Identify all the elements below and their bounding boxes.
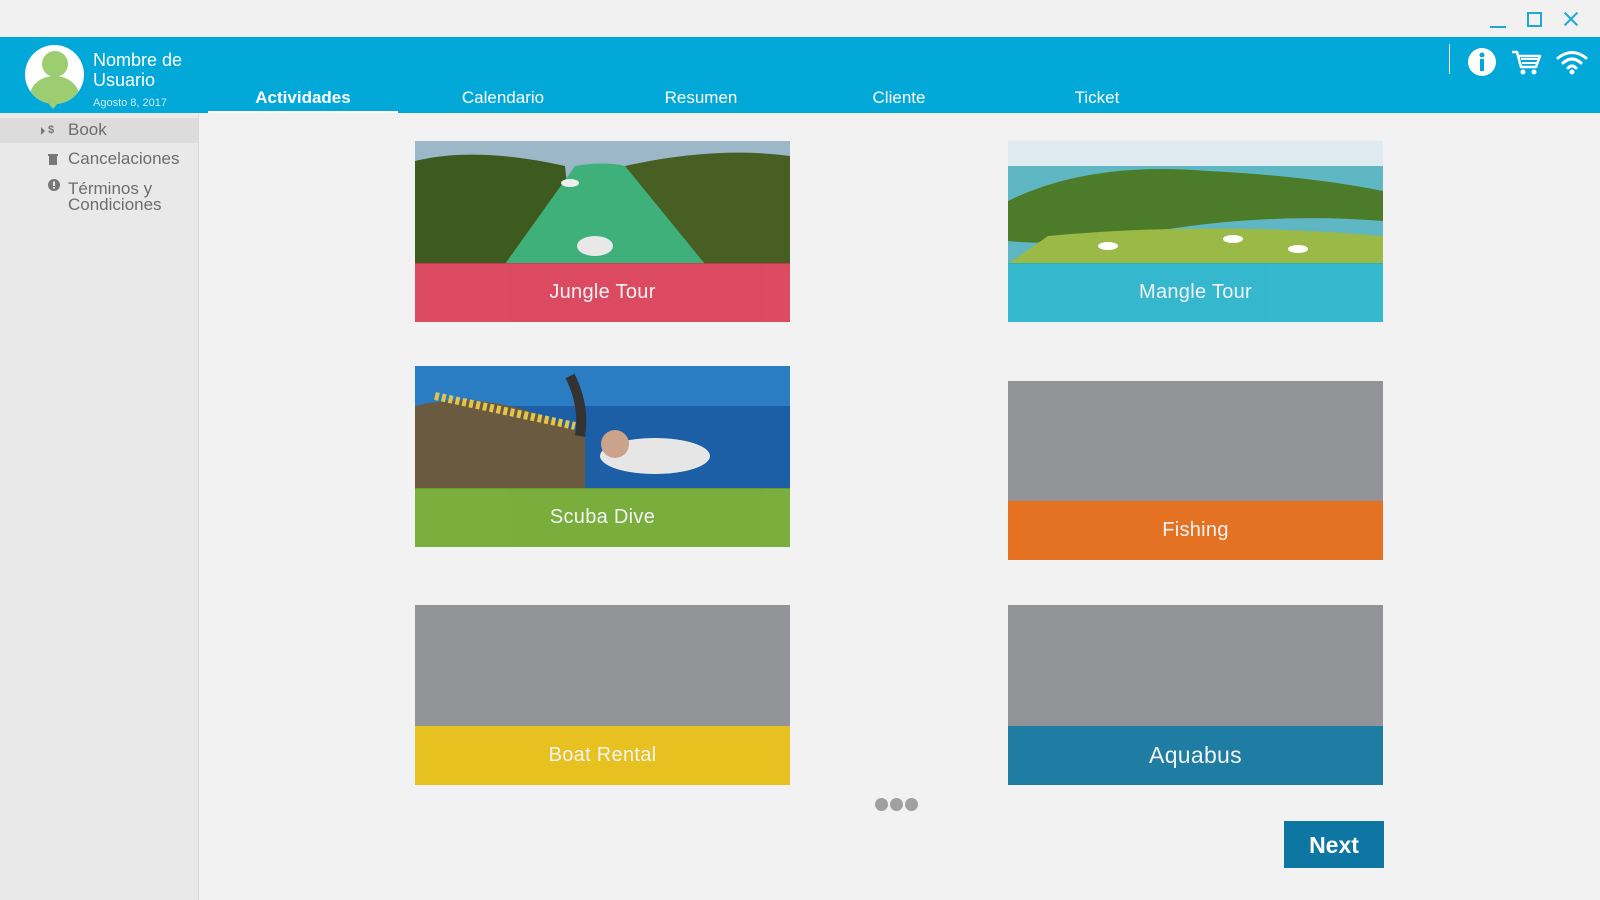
sidebar-item-label: Cancelaciones <box>68 149 180 168</box>
window-titlebar <box>0 0 1600 37</box>
current-date: Agosto 8, 2017 <box>93 97 168 109</box>
sidebar: $ Book Cancelaciones Términos y Condicio… <box>0 113 199 900</box>
pagination-dots[interactable] <box>875 796 920 815</box>
tab-cliente[interactable]: Cliente <box>804 88 994 113</box>
activity-label: Mangle Tour <box>1008 263 1383 322</box>
tab-calendario[interactable]: Calendario <box>408 88 598 113</box>
sidebar-item-terminos[interactable]: Términos y Condiciones <box>0 175 198 215</box>
image-placeholder <box>1008 381 1383 502</box>
activity-card-fishing[interactable]: Fishing <box>1008 381 1383 560</box>
activity-label: Fishing <box>1008 501 1383 560</box>
activity-card-jungle-tour[interactable]: Jungle Tour <box>415 141 790 322</box>
activity-card-scuba-dive[interactable]: Scuba Dive <box>415 366 790 547</box>
activity-label: Boat Rental <box>415 726 790 785</box>
image-placeholder <box>415 605 790 726</box>
sidebar-item-label: Términos y Condiciones <box>68 179 162 214</box>
next-button[interactable]: Next <box>1284 821 1384 868</box>
cart-icon[interactable] <box>1509 45 1543 79</box>
avatar-pin-icon <box>48 103 58 109</box>
header-divider <box>1449 44 1450 74</box>
page-dot[interactable] <box>890 798 903 811</box>
sidebar-item-label: Book <box>68 120 107 139</box>
activity-card-mangle-tour[interactable]: Mangle Tour <box>1008 141 1383 322</box>
caret-right-icon <box>41 127 45 135</box>
sidebar-item-cancelaciones[interactable]: Cancelaciones <box>0 147 198 172</box>
jungle-tour-image <box>415 141 790 264</box>
wifi-icon[interactable] <box>1555 45 1589 79</box>
scuba-dive-image <box>415 366 790 489</box>
alert-icon <box>48 179 60 194</box>
tab-resumen[interactable]: Resumen <box>606 88 796 113</box>
avatar[interactable] <box>25 45 84 104</box>
activity-label: Scuba Dive <box>415 488 790 547</box>
trash-icon <box>48 153 58 168</box>
image-placeholder <box>1008 605 1383 726</box>
sidebar-item-book[interactable]: $ Book <box>0 118 198 143</box>
page-dot[interactable] <box>905 798 918 811</box>
info-icon[interactable] <box>1465 45 1499 79</box>
minimize-icon[interactable] <box>1484 6 1510 32</box>
close-icon[interactable] <box>1558 6 1584 32</box>
mangle-tour-image <box>1008 141 1383 264</box>
user-name: Nombre de Usuario <box>93 50 183 90</box>
dollar-icon: $ <box>48 124 55 136</box>
activity-card-aquabus[interactable]: Aquabus <box>1008 605 1383 785</box>
page-dot[interactable] <box>875 798 888 811</box>
tab-actividades[interactable]: Actividades <box>208 88 398 113</box>
activity-card-boat-rental[interactable]: Boat Rental <box>415 605 790 785</box>
activity-label: Jungle Tour <box>415 263 790 322</box>
tab-ticket[interactable]: Ticket <box>1002 88 1192 113</box>
activity-label: Aquabus <box>1008 726 1383 785</box>
maximize-icon[interactable] <box>1521 6 1547 32</box>
user-icon <box>42 51 68 77</box>
